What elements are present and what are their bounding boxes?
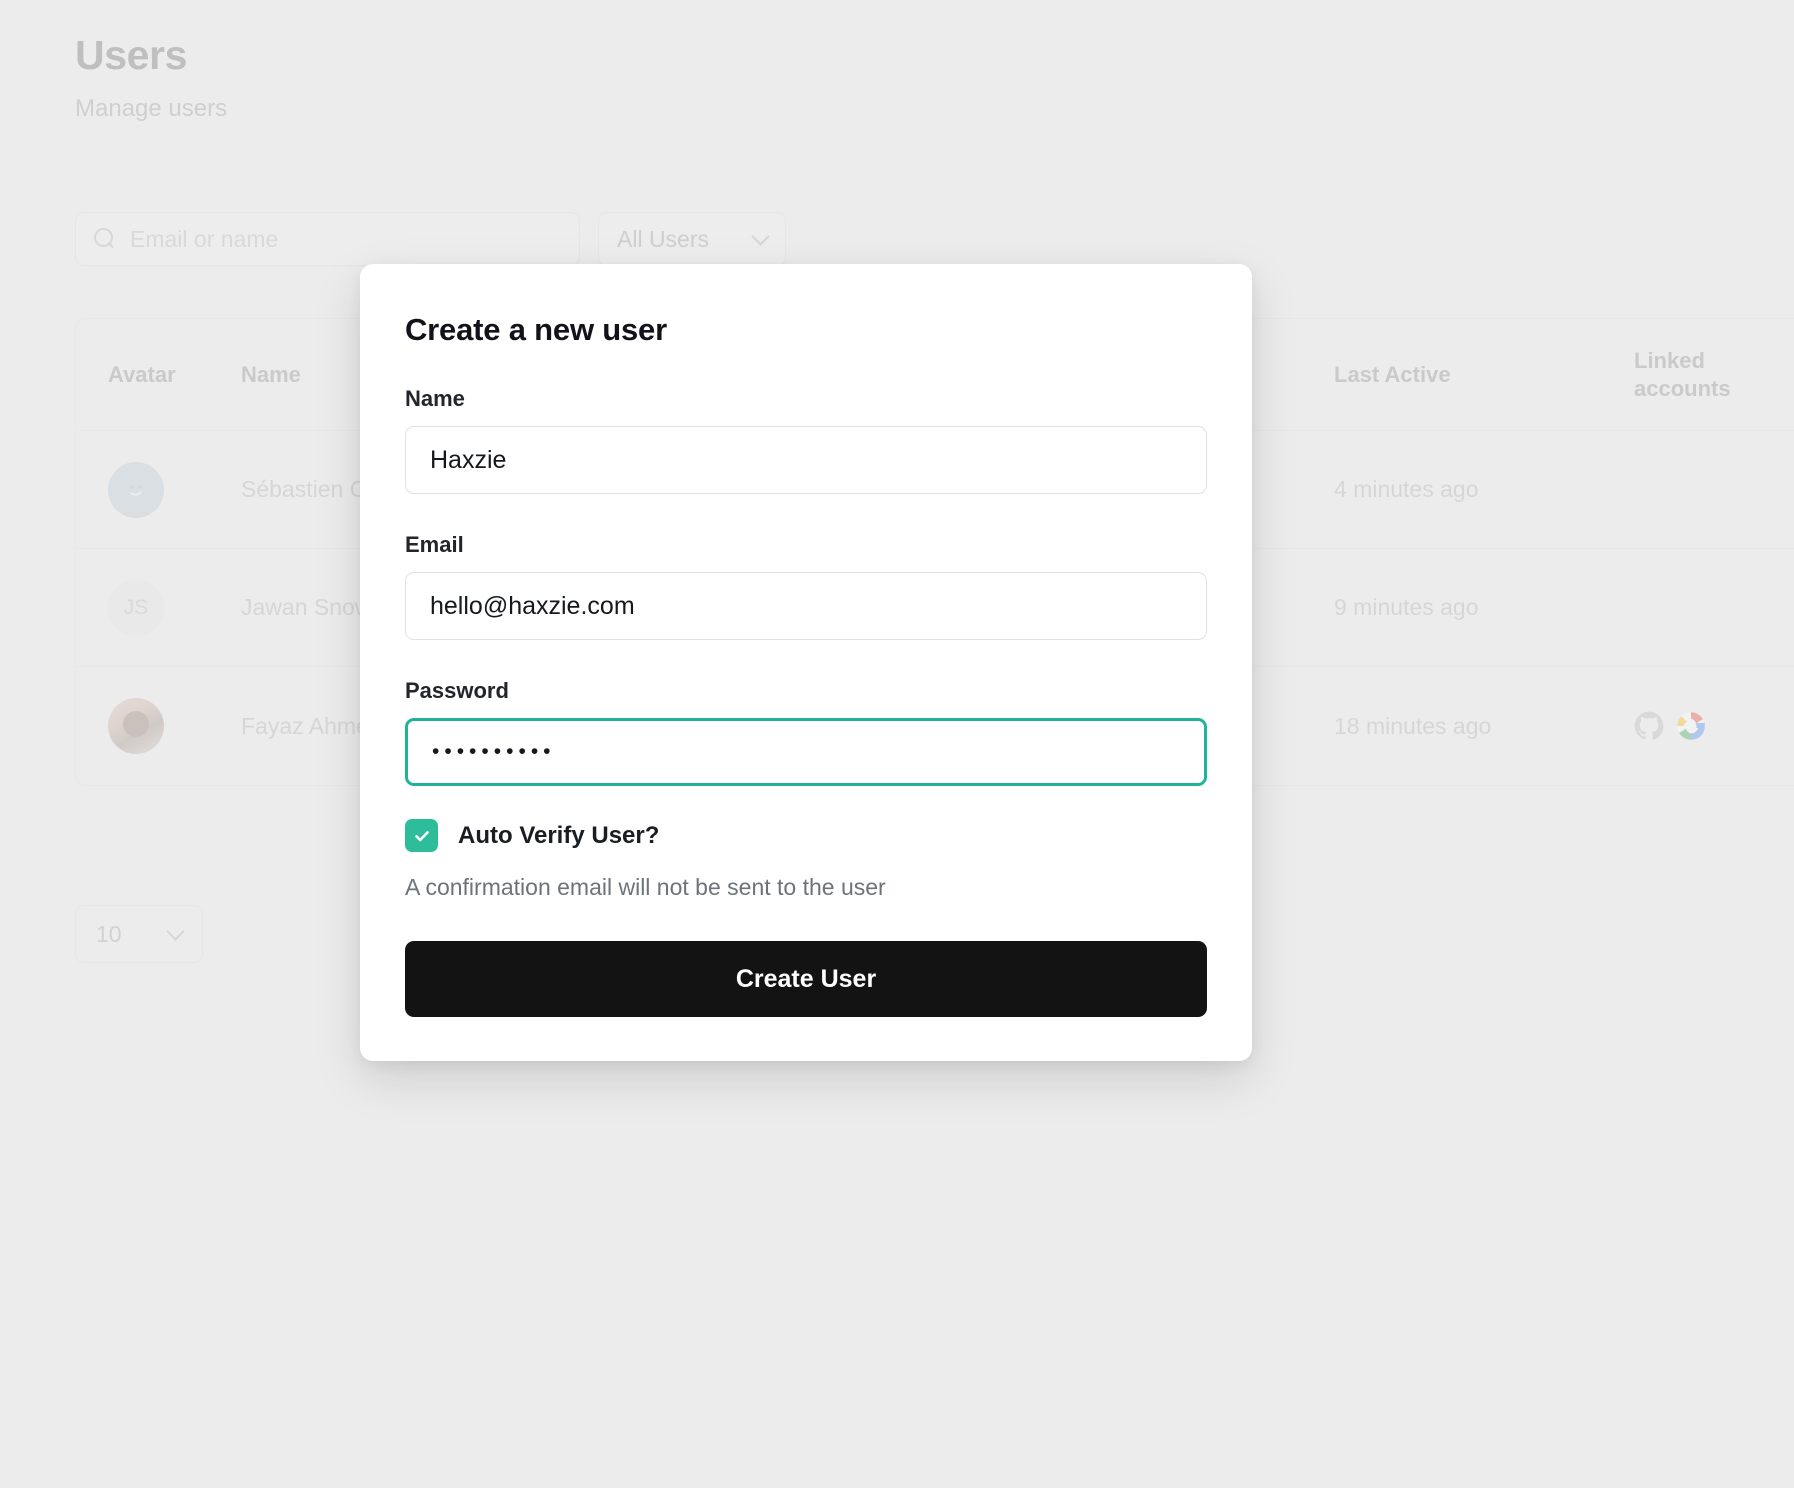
modal-overlay: Create a new user Name Email Password Au… [0, 0, 1794, 1488]
name-field-group: Name [405, 386, 1207, 494]
check-icon [412, 826, 432, 846]
email-input[interactable] [405, 572, 1207, 640]
auto-verify-checkbox[interactable] [405, 819, 438, 852]
auto-verify-row[interactable]: Auto Verify User? [405, 819, 1207, 852]
email-field-group: Email [405, 532, 1207, 640]
auto-verify-label: Auto Verify User? [458, 822, 659, 850]
create-user-button[interactable]: Create User [405, 941, 1207, 1017]
create-user-modal: Create a new user Name Email Password Au… [360, 264, 1252, 1061]
password-field-group: Password [405, 678, 1207, 786]
name-label: Name [405, 386, 1207, 412]
auto-verify-help-text: A confirmation email will not be sent to… [405, 874, 1207, 901]
email-label: Email [405, 532, 1207, 558]
modal-title: Create a new user [405, 312, 1207, 348]
password-input[interactable] [405, 718, 1207, 786]
name-input[interactable] [405, 426, 1207, 494]
password-label: Password [405, 678, 1207, 704]
